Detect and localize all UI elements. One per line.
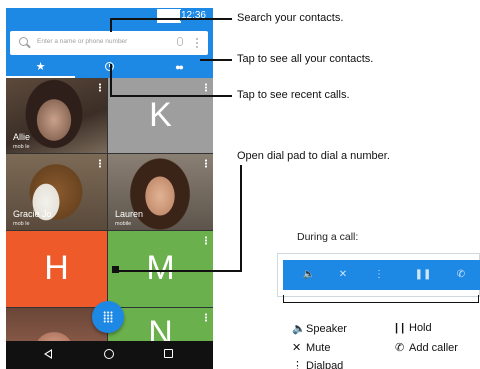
tab-favorites[interactable]: ★ <box>6 58 75 78</box>
tab-contacts[interactable]: ●● <box>144 58 213 78</box>
hold-icon: | | <box>395 322 405 334</box>
during-call-heading: During a call: <box>297 231 359 243</box>
mute-icon[interactable]: ✕ <box>331 260 355 290</box>
contact-initial: H <box>44 249 69 287</box>
back-icon[interactable] <box>44 349 52 359</box>
more-vert-icon[interactable] <box>196 37 198 49</box>
callout-line <box>240 165 242 271</box>
legend-dialpad-label: Dialpad <box>306 360 344 369</box>
callout-line <box>110 18 232 20</box>
callout-line <box>117 270 242 272</box>
legend-hold: | | Hold <box>395 322 432 334</box>
callout-line <box>110 18 112 32</box>
legend-add-caller: ✆ Add caller <box>395 341 458 354</box>
legend-dialpad: ⋮ Dialpad <box>292 359 343 369</box>
navigation-bar <box>6 341 213 369</box>
contact-tile-k[interactable]: K <box>108 78 213 153</box>
legend-bracket <box>283 295 479 303</box>
dialpad-icon <box>103 311 113 323</box>
overflow-menu-icon[interactable] <box>205 159 207 168</box>
callout-marker <box>112 266 119 273</box>
contact-type: mob le <box>13 144 30 150</box>
overflow-menu-icon[interactable] <box>99 83 101 92</box>
contact-tile-m[interactable]: M <box>108 231 213 307</box>
callout-search: Search your contacts. <box>237 12 344 24</box>
hold-icon[interactable]: ❚❚ <box>411 260 435 290</box>
recent-apps-icon[interactable] <box>164 349 173 358</box>
home-icon[interactable] <box>104 349 114 359</box>
in-call-toolbar-bar: 🔈 ✕ ⋮ ❚❚ ✆ <box>283 260 480 290</box>
legend-hold-label: Hold <box>409 322 432 334</box>
speaker-icon[interactable]: 🔈 <box>297 260 321 290</box>
people-icon: ●● <box>175 62 184 72</box>
callout-line <box>110 95 232 97</box>
legend-add-caller-label: Add caller <box>409 342 458 354</box>
callout-recents: Tap to see recent calls. <box>237 89 350 101</box>
contact-initial: M <box>146 249 175 287</box>
add-caller-icon: ✆ <box>395 342 405 354</box>
callout-dialpad: Open dial pad to dial a number. <box>237 150 390 162</box>
contact-initial: K <box>149 96 172 134</box>
legend-mute: ✕ Mute <box>292 341 330 354</box>
in-call-toolbar: 🔈 ✕ ⋮ ❚❚ ✆ <box>277 253 480 297</box>
contact-type: mobile <box>115 221 132 227</box>
contact-name: Allie <box>13 132 31 142</box>
callout-contacts: Tap to see all your contacts. <box>237 53 374 65</box>
contact-name: Gracie Jo <box>13 209 52 219</box>
contact-tile-gracie[interactable]: Gracie Jo mob le <box>6 154 107 230</box>
callout-line <box>110 64 112 97</box>
contact-tile-allie[interactable]: Allie mob le <box>6 78 107 153</box>
search-input[interactable]: Enter a name or phone number <box>37 38 127 45</box>
legend-mute-label: Mute <box>306 342 331 354</box>
callout-line <box>200 59 232 61</box>
legend-speaker: 🔈Speaker <box>292 322 347 335</box>
microphone-icon[interactable] <box>177 37 183 46</box>
contact-tile-h[interactable]: H <box>6 231 107 307</box>
overflow-menu-icon[interactable] <box>205 83 207 92</box>
add-caller-icon[interactable]: ✆ <box>449 260 473 290</box>
status-redaction <box>157 9 181 23</box>
search-icon <box>19 37 28 46</box>
contact-name: Lauren <box>115 209 144 219</box>
dialpad-icon[interactable]: ⋮ <box>367 260 391 290</box>
overflow-menu-icon[interactable] <box>99 159 101 168</box>
contact-tile-lauren[interactable]: Lauren mobile <box>108 154 213 230</box>
phone-screen: 12:36 Enter a name or phone number ★ ●● … <box>6 8 213 369</box>
legend-speaker-label: Speaker <box>306 323 347 335</box>
contact-type: mob le <box>13 221 30 227</box>
search-bar[interactable]: Enter a name or phone number <box>10 31 208 55</box>
mute-icon: ✕ <box>292 342 302 354</box>
dialpad-button[interactable] <box>92 301 124 333</box>
speaker-icon: 🔈 <box>292 323 306 335</box>
overflow-menu-icon[interactable] <box>205 236 207 245</box>
star-icon: ★ <box>35 61 46 73</box>
dialpad-icon: ⋮ <box>292 360 303 369</box>
